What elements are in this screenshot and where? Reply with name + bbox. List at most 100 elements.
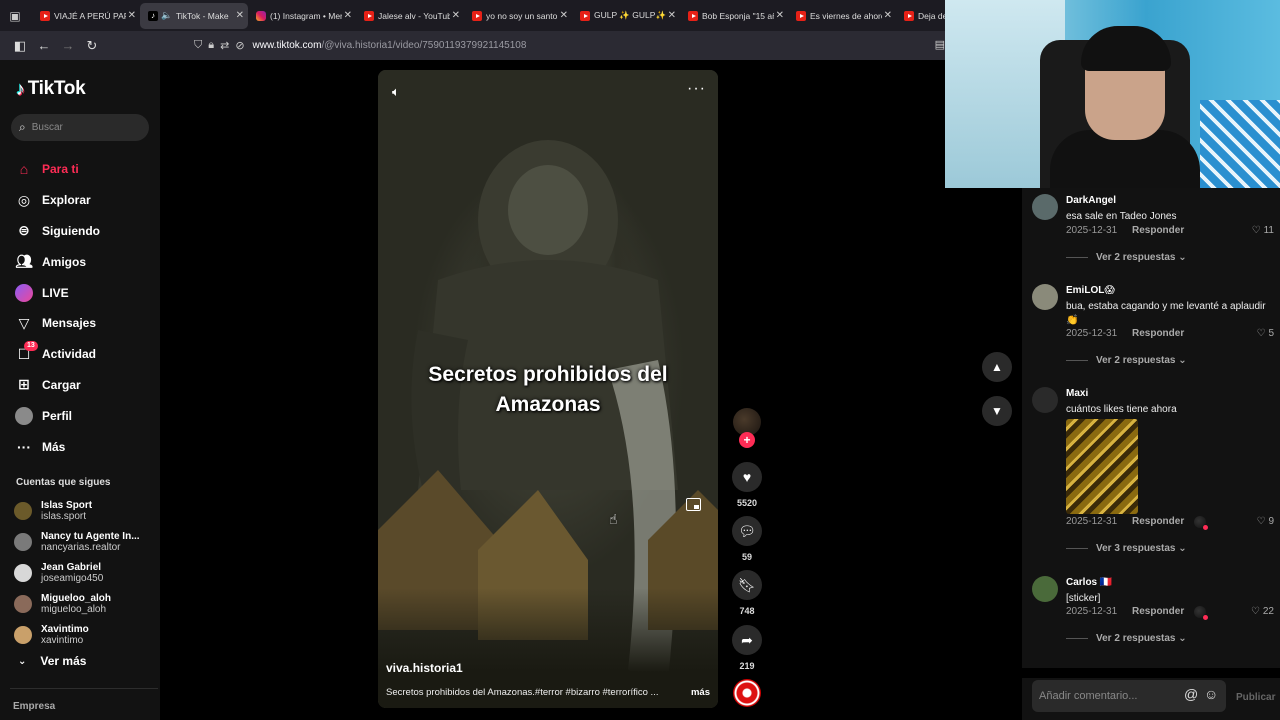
avatar[interactable]: [1032, 284, 1058, 310]
browser-tab[interactable]: GULP ✨ GULP✨G ✕: [572, 3, 680, 29]
close-icon[interactable]: ✕: [236, 10, 244, 21]
comment-button[interactable]: 💬︎: [732, 516, 762, 546]
menu-item-siguiendo[interactable]: ⊜ Siguiendo: [14, 216, 100, 247]
tab-title: yo no soy un santo: [486, 10, 558, 21]
comment-input[interactable]: [1039, 690, 1179, 702]
close-icon[interactable]: ✕: [344, 10, 352, 21]
back-icon[interactable]: ←: [34, 36, 54, 56]
picture-in-picture-icon[interactable]: [686, 498, 701, 511]
tiktok-logo[interactable]: ♪ TikTok: [16, 78, 86, 100]
tab-list-icon[interactable]: ▣: [4, 5, 26, 27]
description-more-button[interactable]: más: [691, 687, 710, 698]
menu-item-mensajes[interactable]: ▽ Mensajes: [14, 308, 100, 339]
follow-plus-icon[interactable]: +: [739, 432, 755, 448]
browser-tab[interactable]: Es viernes de ahorc ✕: [788, 3, 896, 29]
lock-icon[interactable]: 🔒︎: [208, 39, 214, 52]
comment-text: esa sale en Tadeo Jones: [1066, 211, 1177, 222]
avatar[interactable]: [1032, 576, 1058, 602]
url-host: www.tiktok.com: [252, 40, 322, 51]
heart-outline-icon: ♡: [1251, 225, 1261, 236]
previous-video-button[interactable]: ▲: [982, 352, 1012, 382]
comment-author[interactable]: Maxi: [1066, 388, 1088, 399]
permissions-icon[interactable]: ⇄: [220, 39, 229, 52]
sidebar-toggle-icon[interactable]: ◧: [10, 36, 30, 56]
close-icon[interactable]: ✕: [776, 10, 784, 21]
close-icon[interactable]: ✕: [128, 10, 136, 21]
browser-tab-active[interactable]: ♪ 🔈 TikTok - Make ✕: [140, 2, 248, 29]
close-icon[interactable]: ✕: [452, 10, 460, 21]
menu-item-cargar[interactable]: ⊞ Cargar: [14, 370, 100, 401]
following-account[interactable]: Xavintimo xavintimo: [14, 619, 140, 650]
reply-button[interactable]: Responder: [1132, 606, 1184, 617]
following-account[interactable]: Islas Sport islas.sport: [14, 496, 140, 527]
see-more-button[interactable]: ⌄ Ver más: [18, 654, 86, 668]
comment-like-button[interactable]: ♡ 22: [1251, 606, 1274, 617]
following-account[interactable]: Migueloo_aloh migueloo_aloh: [14, 588, 140, 619]
search-box[interactable]: ⌕: [11, 114, 149, 141]
volume-icon[interactable]: 🔈︎: [392, 84, 400, 100]
like-button[interactable]: ♥: [732, 462, 762, 492]
more-options-icon[interactable]: ···: [687, 80, 706, 98]
comment-like-button[interactable]: ♡ 11: [1252, 225, 1274, 236]
menu-label: Perfil: [42, 408, 73, 423]
main-menu: ⌂ Para ti ◎ Explorar ⊜ Siguiendo 👥︎ Amigos L…: [14, 154, 100, 462]
share-button[interactable]: ➦: [732, 625, 762, 655]
video-author[interactable]: viva.historia1: [386, 661, 463, 675]
forward-icon[interactable]: →: [58, 36, 78, 56]
menu-item-explorar[interactable]: ◎ Explorar: [14, 185, 100, 216]
speaker-icon[interactable]: 🔈: [161, 10, 172, 21]
view-replies-button[interactable]: Ver 3 respuestas ⌄: [1066, 543, 1187, 554]
shield-icon[interactable]: ⛉: [194, 39, 202, 52]
menu-item-para-ti[interactable]: ⌂ Para ti: [14, 154, 100, 185]
comment-author[interactable]: EmiLOL😱: [1066, 285, 1115, 296]
chevron-down-icon: ▼: [991, 404, 1003, 418]
reply-button[interactable]: Responder: [1132, 516, 1184, 527]
reader-view-icon[interactable]: ▤: [935, 38, 945, 51]
close-icon[interactable]: ✕: [884, 10, 892, 21]
close-icon[interactable]: ✕: [668, 10, 676, 21]
avatar[interactable]: [1032, 387, 1058, 413]
music-disc-icon[interactable]: [733, 679, 761, 707]
url-bar[interactable]: www.tiktok.com/@viva.historia1/video/759…: [253, 40, 527, 51]
bookmark-icon: 🔖︎: [738, 576, 756, 593]
post-comment-button[interactable]: Publicar: [1236, 692, 1275, 703]
browser-tab[interactable]: yo no soy un santo ✕: [464, 3, 572, 29]
video-player[interactable]: 🔈︎ ··· Secretos prohibidos del Amazonas …: [378, 70, 718, 708]
reply-button[interactable]: Responder: [1132, 328, 1184, 339]
menu-item-live[interactable]: LIVE: [14, 277, 100, 308]
browser-tab[interactable]: Jalese alv - YouTube ✕: [356, 3, 464, 29]
browser-tab[interactable]: VIAJÉ A PERÚ PARA✕: [32, 3, 140, 29]
reply-button[interactable]: Responder: [1132, 225, 1184, 236]
view-replies-button[interactable]: Ver 2 respuestas ⌄: [1066, 252, 1187, 263]
mention-icon[interactable]: @: [1184, 686, 1198, 702]
save-button[interactable]: 🔖︎: [732, 570, 762, 600]
browser-tab[interactable]: Bob Esponja "15 añ ✕: [680, 3, 788, 29]
menu-item-actividad[interactable]: ☐ 13 Actividad: [14, 339, 100, 370]
view-replies-button[interactable]: Ver 2 respuestas ⌄: [1066, 355, 1187, 366]
browser-tab[interactable]: (1) Instagram • Men ✕: [248, 3, 356, 29]
menu-item-mas[interactable]: ··· Más: [14, 431, 100, 462]
view-replies-button[interactable]: Ver 2 respuestas ⌄: [1066, 633, 1187, 644]
close-icon[interactable]: ✕: [560, 10, 568, 21]
comment-author[interactable]: Carlos 🇫🇷: [1066, 577, 1112, 588]
following-account[interactable]: Jean Gabriel joseamigo450: [14, 558, 140, 589]
menu-item-amigos[interactable]: 👥︎ Amigos: [14, 246, 100, 277]
comment-like-button[interactable]: ♡ 5: [1256, 328, 1274, 339]
search-input[interactable]: [31, 122, 132, 133]
friends-icon: 👥︎: [15, 253, 33, 270]
view-replies-label: Ver 2 respuestas: [1096, 355, 1176, 366]
autoplay-blocked-icon[interactable]: ⊘: [235, 39, 244, 52]
comment-image[interactable]: [1066, 419, 1138, 514]
following-account[interactable]: Nancy tu Agente In... nancyarias.realtor: [14, 527, 140, 558]
heart-outline-icon: ♡: [1256, 516, 1266, 527]
heart-outline-icon: ♡: [1250, 606, 1260, 617]
emoji-icon[interactable]: ☺: [1204, 686, 1218, 702]
comment-author[interactable]: DarkAngel: [1066, 195, 1116, 206]
tab-title: Bob Esponja "15 añ: [702, 10, 774, 21]
menu-item-perfil[interactable]: Perfil: [14, 400, 100, 431]
comment-like-button[interactable]: ♡ 9: [1256, 516, 1274, 527]
company-link[interactable]: Empresa: [13, 701, 55, 712]
reload-icon[interactable]: ↻: [82, 36, 102, 56]
avatar[interactable]: [1032, 194, 1058, 220]
next-video-button[interactable]: ▼: [982, 396, 1012, 426]
